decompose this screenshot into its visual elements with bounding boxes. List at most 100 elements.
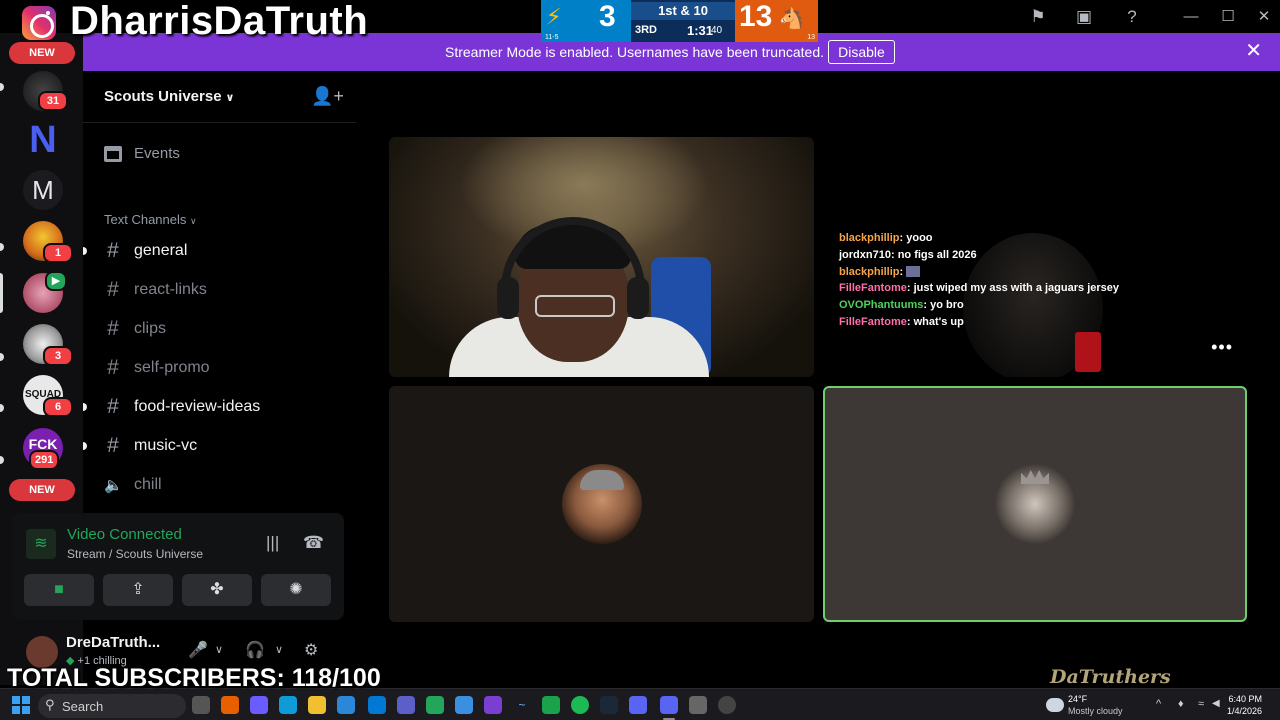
server-icon[interactable]: 31	[23, 71, 68, 111]
events-label: Events	[134, 145, 180, 162]
stream-tile[interactable]: blackphillip: yooo jordxn710: no figs al…	[823, 137, 1247, 377]
chat-message: blackphillip:	[839, 264, 1119, 281]
voice-location[interactable]: Stream / Scouts Universe	[67, 547, 203, 561]
minimize-button[interactable]: —	[1176, 6, 1206, 28]
server-icon[interactable]: M	[23, 170, 63, 210]
maximize-button[interactable]: ☐	[1213, 6, 1243, 28]
hash-icon: #	[107, 239, 119, 262]
server-icon[interactable]: 3	[23, 324, 73, 366]
chat-message: jordxn710: no figs all 2026	[839, 248, 977, 261]
new-servers-pill[interactable]: NEW	[9, 42, 75, 64]
noise-suppression-icon[interactable]: |||	[266, 533, 279, 553]
server-icon[interactable]: N	[23, 120, 63, 160]
screen-share-button[interactable]: ⇪	[103, 574, 173, 606]
app-icon[interactable]	[426, 696, 444, 714]
channel-music-vc[interactable]: # music-vc	[104, 432, 344, 460]
emote-icon	[906, 266, 921, 278]
app-icon[interactable]	[718, 696, 736, 714]
chat-user: jordxn710	[839, 248, 891, 261]
more-options-icon[interactable]: •••	[1211, 337, 1233, 358]
tray-app-icon[interactable]: ♦	[1178, 698, 1184, 710]
server-icon[interactable]: SQUAD 6	[23, 375, 73, 417]
participant-tile[interactable]	[389, 386, 814, 622]
windows-start-icon[interactable]	[12, 696, 30, 714]
headphones-icon[interactable]: 🎧	[245, 640, 265, 660]
server-unread-indicator	[0, 243, 4, 251]
gear-icon[interactable]: ⚙	[304, 640, 318, 660]
team1-record: 11-5	[545, 34, 559, 41]
flag-icon[interactable]: ⚑	[1028, 7, 1048, 27]
spotify-icon[interactable]	[571, 696, 589, 714]
channel-clips[interactable]: # clips	[104, 315, 344, 343]
outlook-icon[interactable]	[368, 696, 386, 714]
discord-icon[interactable]	[660, 696, 678, 714]
chevron-down-icon[interactable]: ∨	[215, 643, 223, 656]
task-view-icon[interactable]	[192, 696, 210, 714]
chevron-down-icon[interactable]: ∨	[275, 643, 283, 656]
firefox-icon[interactable]	[221, 696, 239, 714]
webcam-tile[interactable]	[389, 137, 814, 377]
category-text-channels[interactable]: Text Channels ∨	[104, 212, 197, 227]
team2-record: 13	[807, 34, 815, 41]
tray-chevron-icon[interactable]: ^	[1156, 698, 1161, 710]
server-name: Scouts Universe	[104, 88, 222, 105]
channel-self-promo[interactable]: # self-promo	[104, 354, 344, 382]
channel-food-review-ideas[interactable]: # food-review-ideas	[104, 393, 344, 421]
m-logo-icon: M	[23, 170, 63, 210]
search-icon: ⚲	[45, 697, 55, 712]
server-unread-indicator	[0, 353, 4, 361]
add-member-icon[interactable]: 👤+	[311, 86, 344, 107]
signal-strength-icon[interactable]: ≋	[26, 529, 56, 559]
channel-unread-indicator	[83, 403, 87, 411]
channel-label: self-promo	[134, 359, 210, 376]
server-icon[interactable]: 1	[23, 221, 73, 263]
server-name-header[interactable]: Scouts Universe ∨	[104, 88, 234, 105]
camera-button[interactable]: ■	[24, 574, 94, 606]
server-icon[interactable]: FCK 291	[23, 428, 63, 470]
chevron-down-icon: ∨	[190, 216, 197, 226]
edge-icon[interactable]	[279, 696, 297, 714]
inbox-icon[interactable]: ▣	[1074, 7, 1094, 27]
voice-status[interactable]: Video Connected	[67, 526, 182, 543]
copilot-icon[interactable]	[250, 696, 268, 714]
channel-react-links[interactable]: # react-links	[104, 276, 344, 304]
app-icon[interactable]	[542, 696, 560, 714]
close-banner-icon[interactable]: ✕	[1245, 41, 1262, 61]
chat-text: what's up	[913, 315, 964, 328]
soundboard-button[interactable]: ✺	[261, 574, 331, 606]
wifi-icon[interactable]: ≈	[1198, 698, 1204, 710]
settings-icon[interactable]	[689, 696, 707, 714]
microphone-icon[interactable]: 🎤	[188, 640, 208, 660]
events-item[interactable]: Events	[104, 145, 180, 162]
app-icon[interactable]	[484, 696, 502, 714]
close-window-button[interactable]: ✕	[1249, 6, 1279, 28]
participant-tile-speaking[interactable]	[823, 386, 1247, 622]
server-icon-active[interactable]: ▶	[23, 271, 67, 313]
app-icon[interactable]	[455, 696, 473, 714]
disconnect-icon[interactable]: ☎	[303, 533, 324, 553]
disable-streamer-mode-button[interactable]: Disable	[828, 40, 895, 64]
chat-user: FilleFantome	[839, 282, 907, 295]
chat-text: yo bro	[930, 299, 964, 312]
system-clock[interactable]: 6:40 PM 1/4/2026	[1218, 694, 1262, 716]
channel-chill[interactable]: 🔈 chill	[104, 471, 344, 499]
chat-message: FilleFantome: what's up	[839, 315, 964, 328]
activities-button[interactable]: ✤	[182, 574, 252, 606]
chat-message: OVOPhantuums: yo bro	[839, 299, 964, 312]
hash-icon: #	[107, 356, 119, 379]
user-name[interactable]: DreDaTruth...	[66, 634, 160, 651]
dolphin-icon[interactable]: ~	[513, 696, 531, 714]
teams-icon[interactable]	[397, 696, 415, 714]
app-icon[interactable]	[629, 696, 647, 714]
steam-icon[interactable]	[600, 696, 618, 714]
chat-text: yooo	[906, 232, 933, 244]
help-icon[interactable]: ?	[1122, 7, 1142, 27]
subscriber-goal-overlay: TOTAL SUBSCRIBERS: 118/100	[7, 664, 381, 692]
store-icon[interactable]	[337, 696, 355, 714]
channel-general[interactable]: # general	[104, 237, 344, 265]
new-servers-pill[interactable]: NEW	[9, 479, 75, 501]
chat-text: no figs all 2026	[897, 248, 977, 261]
taskbar-search[interactable]: ⚲ Search	[38, 694, 186, 718]
file-explorer-icon[interactable]	[308, 696, 326, 714]
chargers-logo-icon: ⚡	[546, 4, 562, 29]
